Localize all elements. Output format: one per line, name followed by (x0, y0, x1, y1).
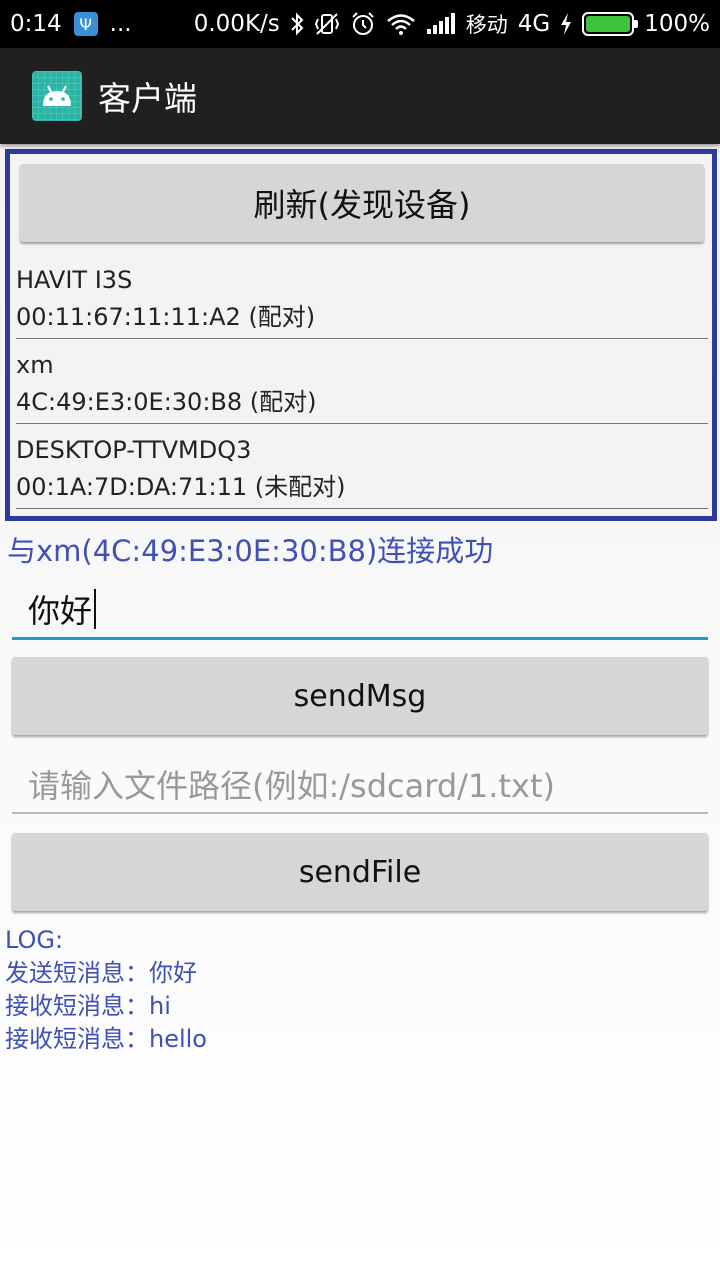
device-list: HAVIT I3S 00:11:67:11:11:A2 (配对) xm 4C:4… (16, 254, 708, 509)
status-time: 0:14 (10, 11, 62, 37)
log-line: 接收短消息：hello (5, 1025, 207, 1053)
log-title: LOG: (5, 926, 64, 954)
action-bar: 客户端 (0, 48, 720, 144)
device-list-item[interactable]: DESKTOP-TTVMDQ3 00:1A:7D:DA:71:11 (未配对) (16, 424, 708, 509)
android-app-icon (32, 71, 82, 121)
device-panel: 刷新(发现设备) HAVIT I3S 00:11:67:11:11:A2 (配对… (5, 149, 717, 521)
carrier-label: 移动 (465, 13, 508, 37)
battery-icon (582, 12, 639, 36)
device-address: 4C:49:E3:0E:30:B8 (配对) (16, 388, 317, 416)
network-speed: 0.00K/s (193, 11, 280, 37)
send-file-button[interactable]: sendFile (12, 833, 708, 911)
file-path-input[interactable]: 请输入文件路径(例如:/sdcard/1.txt) (12, 756, 708, 814)
more-notifications-icon: ... (109, 11, 132, 37)
log-line: 接收短消息：hi (5, 992, 171, 1020)
status-bar: 0:14 Ψ ... 0.00K/s 移动 4G 100% (0, 0, 720, 48)
log-panel: LOG: 发送短消息：你好 接收短消息：hi 接收短消息：hello (5, 924, 207, 1056)
device-list-item[interactable]: HAVIT I3S 00:11:67:11:11:A2 (配对) (16, 254, 708, 339)
connection-status: 与xm(4C:49:E3:0E:30:B8)连接成功 (7, 534, 494, 568)
device-name: HAVIT I3S (16, 266, 133, 294)
signal-icon (426, 13, 456, 35)
network-type: 4G (517, 11, 551, 37)
device-name: DESKTOP-TTVMDQ3 (16, 436, 252, 464)
send-message-button[interactable]: sendMsg (12, 657, 708, 735)
app-title: 客户端 (98, 79, 197, 118)
refresh-discover-button[interactable]: 刷新(发现设备) (20, 164, 704, 242)
log-line: 发送短消息：你好 (5, 959, 197, 987)
usb-icon: Ψ (73, 12, 98, 36)
message-input[interactable]: 你好 (12, 580, 708, 640)
alarm-icon (350, 11, 376, 37)
battery-percent: 100% (644, 11, 710, 37)
device-name: xm (16, 351, 54, 379)
message-input-value: 你好 (28, 591, 93, 630)
device-address: 00:1A:7D:DA:71:11 (未配对) (16, 473, 346, 501)
charging-icon (560, 13, 572, 35)
vibrate-off-icon (314, 12, 340, 36)
device-address: 00:11:67:11:11:A2 (配对) (16, 303, 316, 331)
text-cursor (94, 588, 97, 629)
device-list-item[interactable]: xm 4C:49:E3:0E:30:B8 (配对) (16, 339, 708, 424)
bluetooth-icon (290, 12, 304, 36)
file-path-placeholder: 请输入文件路径(例如:/sdcard/1.txt) (28, 767, 555, 805)
wifi-icon (386, 12, 416, 36)
